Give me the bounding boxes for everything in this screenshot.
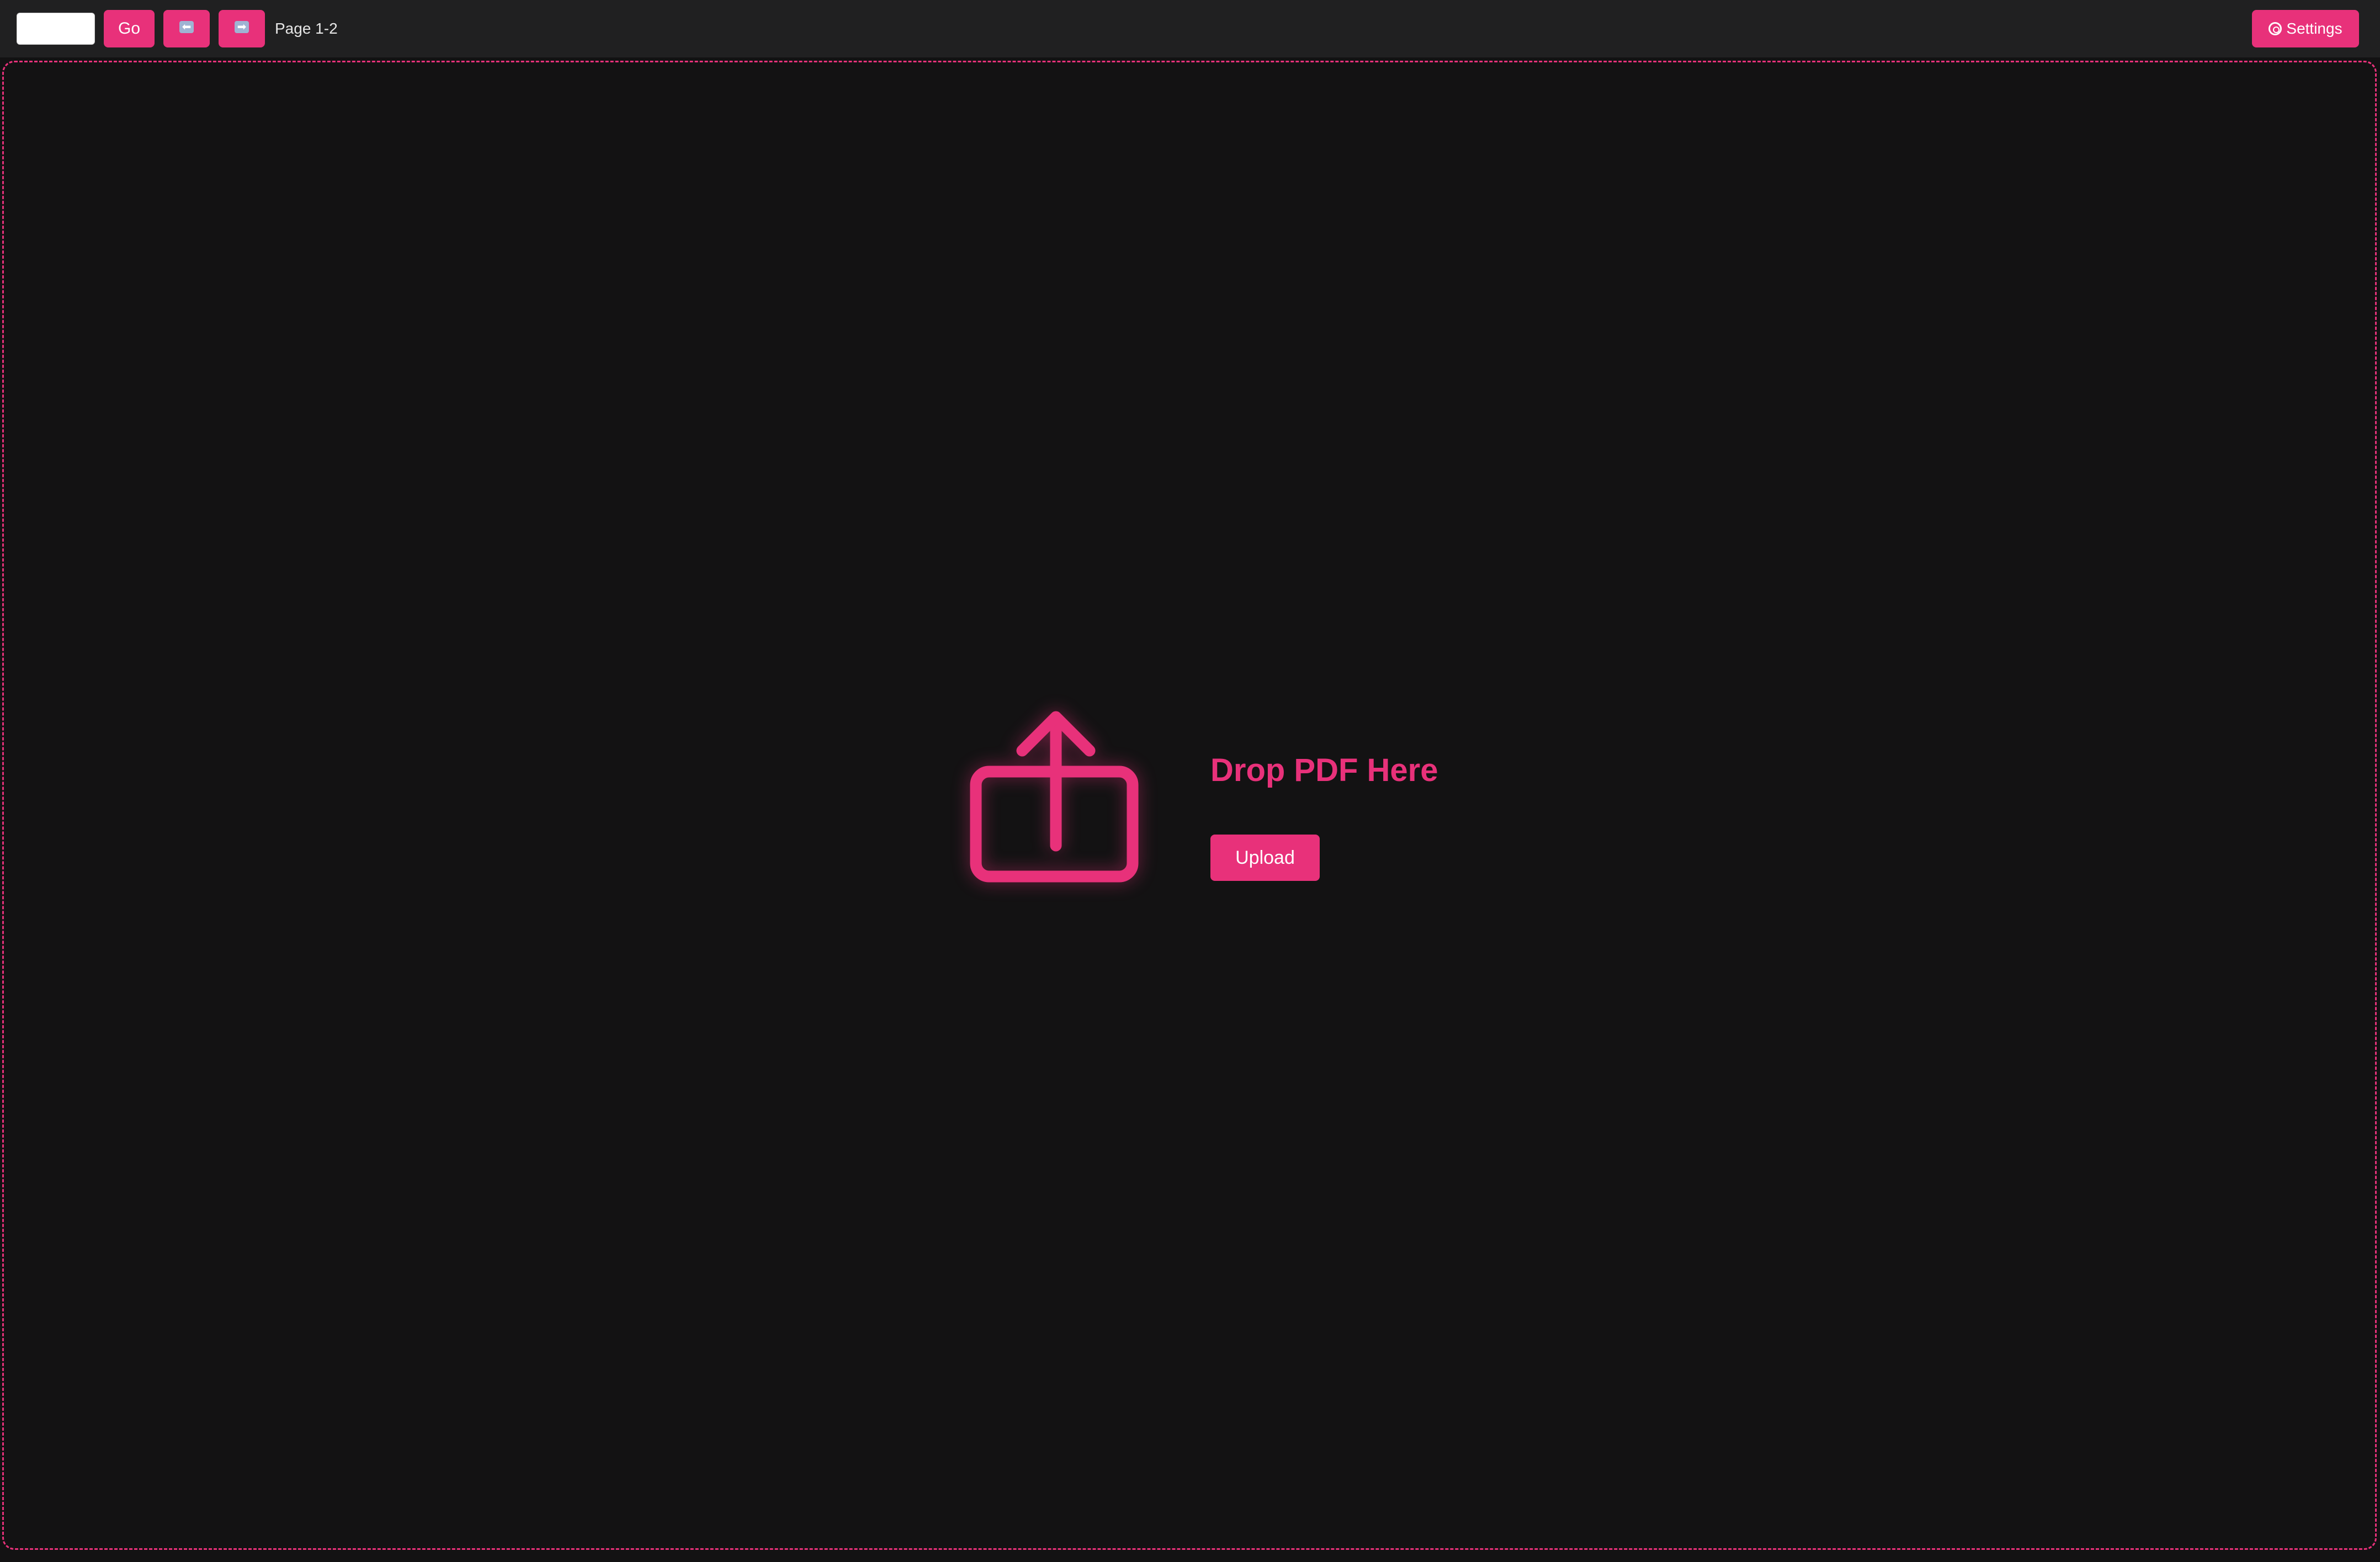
right-arrow-icon: ➡ [235,21,249,33]
drop-pdf-heading: Drop PDF Here [1210,752,1438,788]
top-toolbar: Go ⬅ ➡ Page 1-2 Settings [0,0,2380,57]
next-page-button[interactable]: ➡ [219,10,265,47]
previous-page-button[interactable]: ⬅ [163,10,210,47]
settings-label: Settings [2286,20,2342,37]
pdf-dropzone[interactable] [2,61,2377,1550]
settings-button[interactable]: Settings [2252,10,2359,47]
left-arrow-icon: ⬅ [179,21,194,33]
go-button[interactable]: Go [104,10,155,47]
gear-icon [2269,22,2282,35]
upload-button[interactable]: Upload [1210,835,1320,881]
page-indicator: Page 1-2 [275,20,338,37]
upload-icon [970,711,1139,883]
page-number-input[interactable] [17,13,95,45]
